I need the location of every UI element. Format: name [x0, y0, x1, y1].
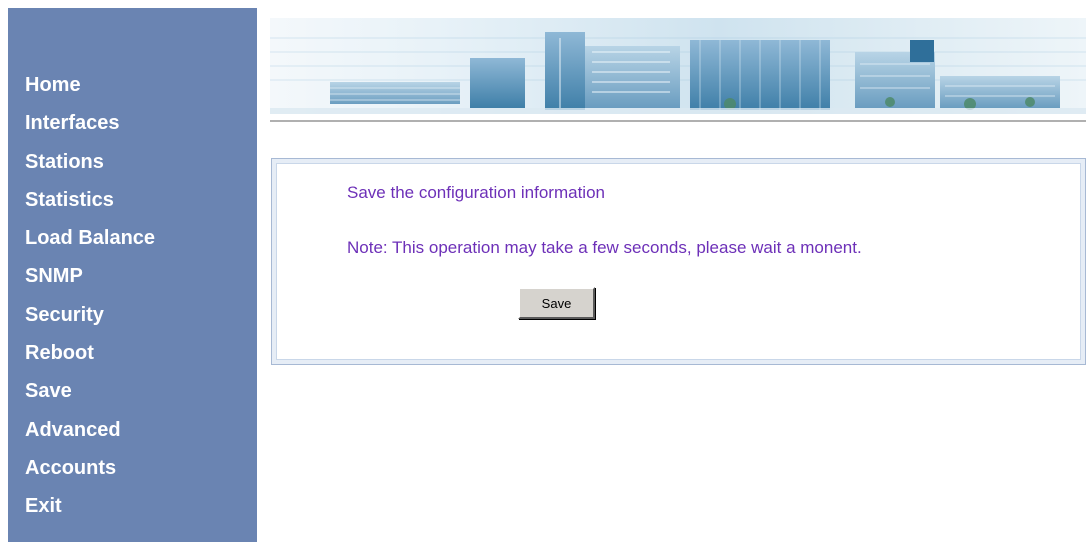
save-button[interactable]: Save	[518, 287, 595, 319]
page-title: Save the configuration information	[347, 183, 605, 202]
nav-item-home[interactable]: Home	[25, 66, 155, 104]
nav-item-statistics[interactable]: Statistics	[25, 181, 155, 219]
nav-item-interfaces[interactable]: Interfaces	[25, 104, 155, 142]
banner-divider	[270, 120, 1086, 122]
nav-item-exit[interactable]: Exit	[25, 487, 155, 525]
nav-item-advanced[interactable]: Advanced	[25, 411, 155, 449]
nav-item-load-balance[interactable]: Load Balance	[25, 219, 155, 257]
office-buildings-banner	[270, 32, 1086, 114]
sidebar: Home Interfaces Stations Statistics Load…	[8, 8, 257, 542]
nav-menu: Home Interfaces Stations Statistics Load…	[25, 66, 155, 526]
save-config-panel: Save the configuration information Note:…	[271, 158, 1086, 365]
nav-item-security[interactable]: Security	[25, 296, 155, 334]
operation-note: Note: This operation may take a few seco…	[347, 238, 862, 257]
nav-item-save[interactable]: Save	[25, 372, 155, 410]
nav-item-reboot[interactable]: Reboot	[25, 334, 155, 372]
header-banner	[270, 18, 1086, 114]
nav-item-stations[interactable]: Stations	[25, 143, 155, 181]
nav-item-accounts[interactable]: Accounts	[25, 449, 155, 487]
nav-item-snmp[interactable]: SNMP	[25, 257, 155, 295]
